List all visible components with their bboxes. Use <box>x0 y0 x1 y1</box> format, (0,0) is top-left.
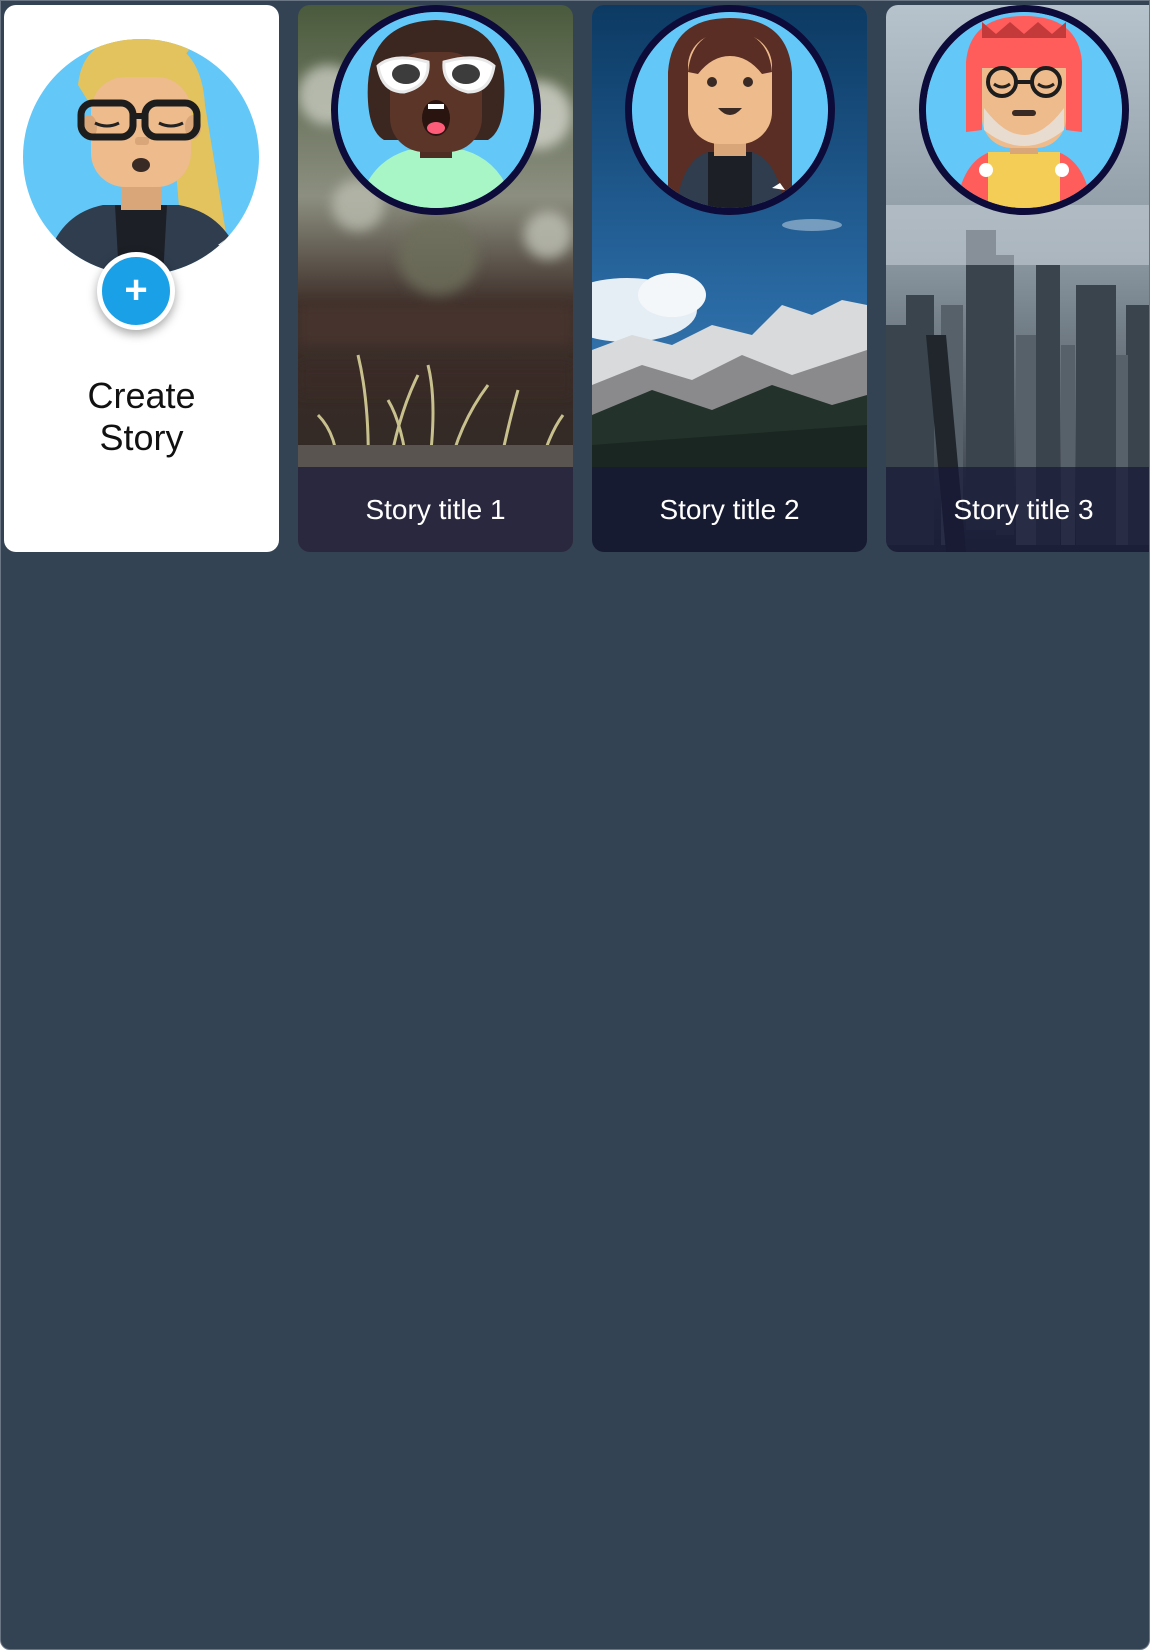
man-red-hat-avatar-icon <box>919 5 1129 215</box>
plus-icon: + <box>124 268 148 312</box>
create-story-label-line2: Story <box>99 417 184 458</box>
story-card-2[interactable]: Story title 2 <box>592 5 867 552</box>
story-title: Story title 3 <box>953 494 1094 525</box>
page-background: + Create Story Story title 1 Story title… <box>0 0 1150 1650</box>
woman-sunglasses-avatar-icon <box>331 5 541 215</box>
create-story-label: Create Story <box>4 375 279 459</box>
story-card-1[interactable]: Story title 1 <box>298 5 573 552</box>
create-story-card[interactable]: + Create Story <box>4 5 279 552</box>
add-story-button[interactable]: + <box>97 252 175 330</box>
user-avatar-icon <box>23 15 260 277</box>
stories-row: + Create Story Story title 1 Story title… <box>4 5 1149 553</box>
woman-long-hair-avatar-icon <box>625 5 835 215</box>
create-story-label-line1: Create <box>87 375 196 416</box>
story-title: Story title 1 <box>365 494 506 525</box>
story-card-3[interactable]: Story title 3 <box>886 5 1149 552</box>
story-title: Story title 2 <box>659 494 800 525</box>
